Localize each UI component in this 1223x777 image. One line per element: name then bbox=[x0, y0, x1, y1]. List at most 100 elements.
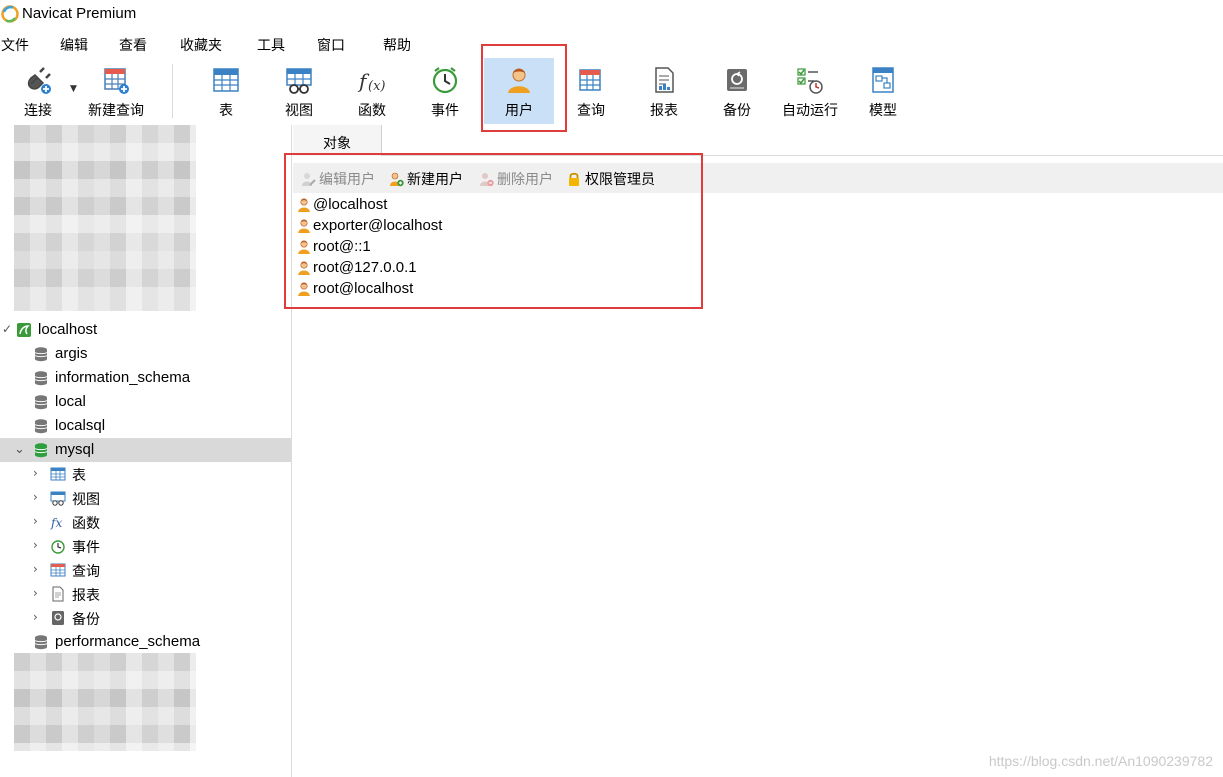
node-label: 备份 bbox=[72, 612, 100, 628]
tool-backup-button[interactable]: 备份 bbox=[706, 58, 768, 124]
tree-db-argis[interactable]: argis bbox=[0, 342, 291, 366]
table-icon bbox=[50, 467, 66, 481]
tree-node-tables[interactable]: › 表 bbox=[0, 462, 291, 486]
backup-icon bbox=[727, 69, 747, 91]
menu-view[interactable]: 查看 bbox=[119, 35, 147, 55]
title-bar: Navicat Premium bbox=[0, 0, 1223, 30]
tool-function-button[interactable]: f (x) 函数 bbox=[341, 58, 403, 124]
redacted-connections-lower bbox=[14, 653, 196, 751]
menu-bar: 文件 编辑 查看 收藏夹 工具 窗口 帮助 bbox=[0, 33, 1223, 55]
tool-event-button[interactable]: 事件 bbox=[414, 58, 476, 124]
event-clock-icon bbox=[432, 67, 458, 94]
tree-db-local[interactable]: local bbox=[0, 390, 291, 414]
new-query-icon bbox=[104, 68, 129, 94]
report-icon bbox=[655, 67, 674, 93]
db-name: argis bbox=[55, 345, 88, 362]
connect-button[interactable]: 连接 bbox=[8, 58, 68, 124]
menu-help[interactable]: 帮助 bbox=[383, 35, 411, 55]
automation-icon bbox=[797, 68, 823, 94]
report-icon bbox=[52, 586, 64, 602]
navicat-logo-icon bbox=[1, 5, 19, 23]
tree-connection-localhost[interactable]: ✓ localhost bbox=[0, 318, 291, 342]
node-label: 查询 bbox=[72, 564, 100, 580]
tab-strip: 对象 bbox=[293, 125, 1223, 156]
connect-label: 连接 bbox=[24, 103, 52, 119]
new-query-label: 新建查询 bbox=[88, 103, 144, 119]
navigation-sidebar: ✓ localhost argis information_schema loc… bbox=[0, 125, 292, 777]
chevron-right-icon[interactable]: › bbox=[33, 586, 45, 600]
tool-event-label: 事件 bbox=[431, 103, 459, 119]
query-icon bbox=[579, 69, 601, 91]
chevron-down-icon[interactable]: ⌄ bbox=[14, 442, 26, 457]
db-name: localsql bbox=[55, 417, 106, 434]
svg-text:(x): (x) bbox=[368, 79, 385, 94]
tree-node-backups[interactable]: › 备份 bbox=[0, 606, 291, 630]
chevron-right-icon[interactable]: › bbox=[33, 610, 45, 624]
tool-model-label: 模型 bbox=[869, 103, 897, 119]
tree-db-mysql[interactable]: ⌄ mysql bbox=[0, 438, 291, 462]
mysql-connection-icon bbox=[17, 323, 31, 337]
tree-db-information-schema[interactable]: information_schema bbox=[0, 366, 291, 390]
tool-report-label: 报表 bbox=[650, 103, 678, 119]
chevron-right-icon[interactable]: › bbox=[33, 514, 45, 528]
highlight-user-tool bbox=[481, 44, 567, 132]
menu-file[interactable]: 文件 bbox=[1, 35, 29, 55]
tool-report-button[interactable]: 报表 bbox=[633, 58, 695, 124]
menu-window[interactable]: 窗口 bbox=[317, 35, 345, 55]
table-icon bbox=[213, 68, 239, 92]
tree-node-queries[interactable]: › 查询 bbox=[0, 558, 291, 582]
db-name: performance_schema bbox=[55, 633, 201, 650]
chevron-right-icon[interactable]: › bbox=[33, 538, 45, 552]
tree-node-reports[interactable]: › 报表 bbox=[0, 582, 291, 606]
window-title: Navicat Premium bbox=[22, 5, 137, 22]
tool-view-label: 视图 bbox=[285, 103, 313, 119]
tree-node-events[interactable]: › 事件 bbox=[0, 534, 291, 558]
tab-objects[interactable]: 对象 bbox=[293, 125, 382, 156]
tool-automation-button[interactable]: 自动运行 bbox=[776, 58, 844, 124]
main-toolbar: 连接 ▼ 新建查询 表 视图 f (x) 函数 事件 用户 查询 报表 备份 自… bbox=[0, 58, 1223, 125]
connect-dropdown-icon[interactable]: ▼ bbox=[70, 84, 77, 94]
function-icon: fx bbox=[50, 516, 62, 530]
database-icon bbox=[34, 347, 48, 362]
tree-db-performance-schema[interactable]: performance_schema bbox=[0, 630, 291, 654]
node-label: 事件 bbox=[72, 540, 100, 556]
chevron-right-icon[interactable]: › bbox=[33, 490, 45, 504]
tool-model-button[interactable]: 模型 bbox=[852, 58, 914, 124]
plug-icon bbox=[27, 67, 51, 94]
svg-text:fx: fx bbox=[50, 516, 62, 530]
tool-query-label: 查询 bbox=[577, 103, 605, 119]
tool-query-button[interactable]: 查询 bbox=[560, 58, 622, 124]
chevron-right-icon[interactable]: › bbox=[33, 466, 45, 480]
database-icon bbox=[34, 395, 48, 410]
node-label: 表 bbox=[72, 468, 86, 484]
tree-node-views[interactable]: › 视图 bbox=[0, 486, 291, 510]
database-icon bbox=[34, 419, 48, 434]
tool-function-label: 函数 bbox=[358, 103, 386, 119]
new-query-button[interactable]: 新建查询 bbox=[82, 58, 150, 124]
tree-db-localsql[interactable]: localsql bbox=[0, 414, 291, 438]
backup-icon bbox=[52, 611, 64, 625]
db-name: local bbox=[55, 393, 86, 410]
database-icon bbox=[34, 635, 48, 650]
tool-backup-label: 备份 bbox=[723, 103, 751, 119]
event-clock-icon bbox=[51, 540, 65, 554]
expand-chevron-icon[interactable]: ✓ bbox=[2, 322, 14, 336]
node-label: 报表 bbox=[72, 588, 100, 604]
model-icon bbox=[872, 67, 894, 93]
tool-table-button[interactable]: 表 bbox=[195, 58, 257, 124]
chevron-right-icon[interactable]: › bbox=[33, 562, 45, 576]
menu-tools[interactable]: 工具 bbox=[257, 35, 285, 55]
database-open-icon bbox=[34, 443, 48, 458]
tool-view-button[interactable]: 视图 bbox=[268, 58, 330, 124]
node-label: 视图 bbox=[72, 492, 100, 508]
highlight-user-panel bbox=[284, 153, 703, 309]
menu-favorites[interactable]: 收藏夹 bbox=[180, 35, 222, 55]
tree-node-functions[interactable]: › fx 函数 bbox=[0, 510, 291, 534]
watermark-text: https://blog.csdn.net/An1090239782 bbox=[988, 753, 1213, 769]
menu-edit[interactable]: 编辑 bbox=[60, 35, 88, 55]
database-icon bbox=[34, 371, 48, 386]
db-name: information_schema bbox=[55, 369, 191, 386]
node-label: 函数 bbox=[72, 516, 100, 532]
view-icon bbox=[50, 491, 66, 506]
toolbar-divider bbox=[172, 64, 173, 118]
